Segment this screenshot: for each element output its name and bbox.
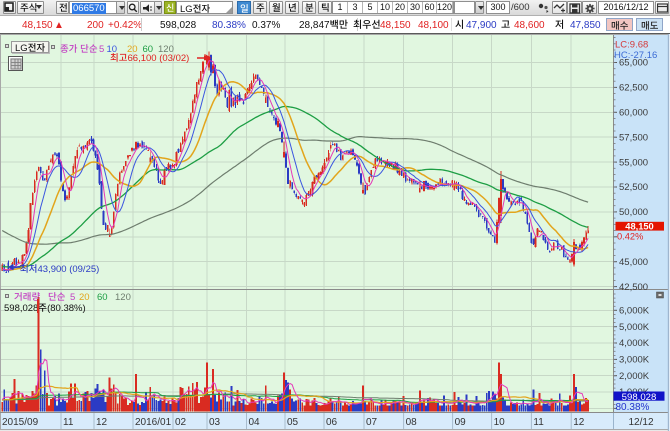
svg-text:57,500: 57,500 [619, 132, 648, 143]
svg-text:(80.38%): (80.38%) [47, 303, 86, 314]
svg-text:06: 06 [326, 417, 338, 428]
svg-text:2015/09: 2015/09 [2, 417, 39, 428]
svg-text:LG: LG [15, 43, 28, 54]
svg-text:07: 07 [366, 417, 378, 428]
svg-text:3,000K: 3,000K [619, 355, 650, 366]
svg-text:0.42%: 0.42% [617, 232, 643, 242]
svg-text:4,000K: 4,000K [619, 338, 650, 349]
svg-text:12/12: 12/12 [628, 417, 653, 428]
svg-text:HC:-27.16: HC:-27.16 [614, 50, 657, 61]
svg-text:LC:9.68: LC:9.68 [615, 40, 648, 51]
svg-text:12: 12 [96, 417, 108, 428]
svg-text:66,100 (03/02): 66,100 (03/02) [128, 53, 190, 64]
svg-text:50,000: 50,000 [619, 207, 648, 218]
svg-text:08: 08 [406, 417, 418, 428]
svg-text:52,500: 52,500 [619, 182, 648, 193]
svg-text:62,500: 62,500 [619, 83, 648, 94]
svg-text:80.38%: 80.38% [616, 402, 650, 413]
svg-text:48,150: 48,150 [625, 222, 653, 232]
svg-text:03: 03 [209, 417, 221, 428]
svg-text:11: 11 [63, 417, 74, 428]
svg-text:5,000K: 5,000K [619, 322, 650, 333]
svg-text:43,900 (09/25): 43,900 (09/25) [37, 264, 99, 275]
svg-text:2,000K: 2,000K [619, 371, 650, 382]
svg-text:6,000K: 6,000K [619, 306, 650, 317]
svg-text:LG: LG [180, 4, 193, 15]
svg-text:02: 02 [175, 417, 187, 428]
svg-text:55,000: 55,000 [619, 157, 648, 168]
svg-text:11: 11 [533, 417, 544, 428]
svg-text:12: 12 [573, 417, 585, 428]
svg-text:60,000: 60,000 [619, 108, 648, 119]
svg-text:04: 04 [249, 417, 261, 428]
svg-text:10: 10 [494, 417, 506, 428]
svg-text:09: 09 [455, 417, 467, 428]
svg-text:42,500: 42,500 [619, 282, 648, 293]
svg-text:28,847: 28,847 [299, 20, 330, 31]
svg-text:598,028: 598,028 [4, 303, 38, 314]
svg-text:2016/01: 2016/01 [135, 417, 172, 428]
svg-text:05: 05 [287, 417, 299, 428]
svg-text:45,000: 45,000 [619, 257, 648, 268]
